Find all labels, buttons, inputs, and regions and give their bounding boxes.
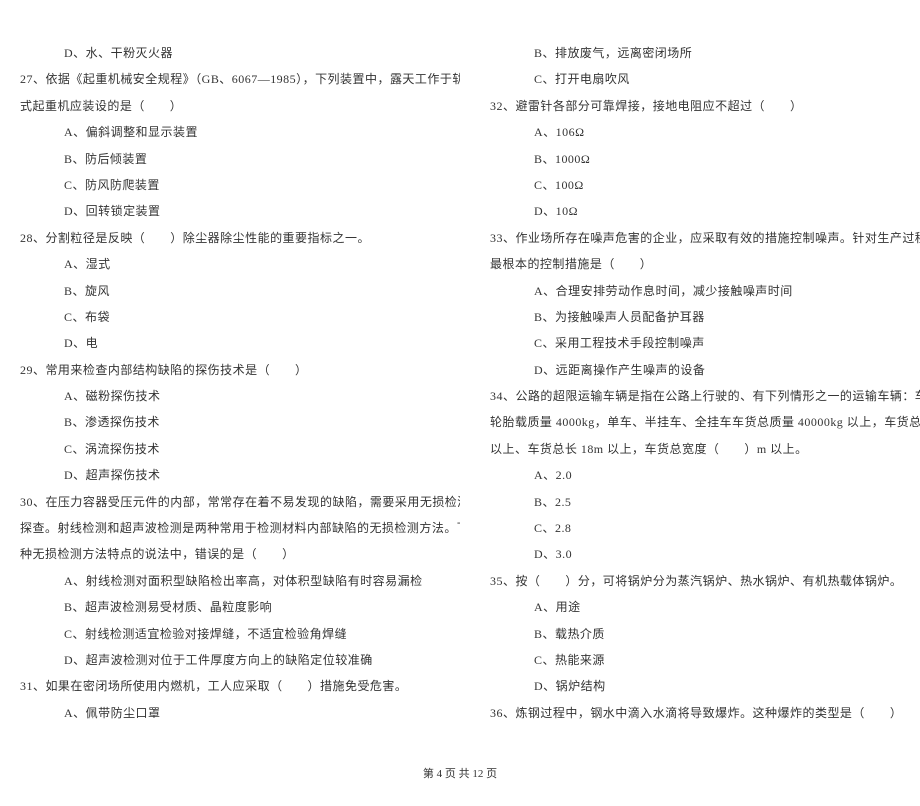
option-text: B、排放废气，远离密闭场所	[490, 40, 920, 66]
option-text: D、超声探伤技术	[20, 462, 460, 488]
option-text: B、为接触噪声人员配备护耳器	[490, 304, 920, 330]
option-text: C、涡流探伤技术	[20, 436, 460, 462]
option-text: D、水、干粉灭火器	[20, 40, 460, 66]
option-text: A、106Ω	[490, 119, 920, 145]
option-text: B、旋风	[20, 278, 460, 304]
option-text: B、超声波检测易受材质、晶粒度影响	[20, 594, 460, 620]
option-text: D、远距离操作产生噪声的设备	[490, 357, 920, 383]
option-text: C、热能来源	[490, 647, 920, 673]
option-text: D、锅炉结构	[490, 673, 920, 699]
option-text: D、超声波检测对位于工件厚度方向上的缺陷定位较准确	[20, 647, 460, 673]
question-27: 27、依据《起重机械安全规程》（GB、6067—1985），下列装置中，露天工作…	[20, 66, 460, 92]
option-text: C、采用工程技术手段控制噪声	[490, 330, 920, 356]
question-34-cont: 以上、车货总长 18m 以上，车货总宽度（ ）m 以上。	[490, 436, 920, 462]
option-text: C、打开电扇吹风	[490, 66, 920, 92]
option-text: A、合理安排劳动作息时间，减少接触噪声时间	[490, 278, 920, 304]
question-36: 36、炼钢过程中，钢水中滴入水滴将导致爆炸。这种爆炸的类型是（ ）	[490, 700, 920, 726]
option-text: C、100Ω	[490, 172, 920, 198]
question-33-cont: 最根本的控制措施是（ ）	[490, 251, 920, 277]
option-text: B、渗透探伤技术	[20, 409, 460, 435]
option-text: A、用途	[490, 594, 920, 620]
question-27-cont: 式起重机应装设的是（ ）	[20, 93, 460, 119]
option-text: B、防后倾装置	[20, 146, 460, 172]
option-text: A、湿式	[20, 251, 460, 277]
option-text: C、防风防爬装置	[20, 172, 460, 198]
question-28: 28、分割粒径是反映（ ）除尘器除尘性能的重要指标之一。	[20, 225, 460, 251]
option-text: D、电	[20, 330, 460, 356]
question-30-cont: 探查。射线检测和超声波检测是两种常用于检测材料内部缺陷的无损检测方法。下列关于这…	[20, 515, 460, 541]
question-35: 35、按（ ）分，可将锅炉分为蒸汽锅炉、热水锅炉、有机热载体锅炉。	[490, 568, 920, 594]
option-text: A、2.0	[490, 462, 920, 488]
question-33: 33、作业场所存在噪声危害的企业，应采取有效的措施控制噪声。针对生产过程产生的噪…	[490, 225, 920, 251]
question-34-cont: 轮胎载质量 4000kg，单车、半挂车、全挂车车货总质量 40000kg 以上，…	[490, 409, 920, 435]
option-text: A、偏斜调整和显示装置	[20, 119, 460, 145]
option-text: A、佩带防尘口罩	[20, 700, 460, 726]
question-31: 31、如果在密闭场所使用内燃机，工人应采取（ ）措施免受危害。	[20, 673, 460, 699]
option-text: C、布袋	[20, 304, 460, 330]
option-text: C、射线检测适宜检验对接焊缝，不适宜检验角焊缝	[20, 621, 460, 647]
question-29: 29、常用来检查内部结构缺陷的探伤技术是（ ）	[20, 357, 460, 383]
option-text: B、载热介质	[490, 621, 920, 647]
option-text: A、射线检测对面积型缺陷检出率高，对体积型缺陷有时容易漏检	[20, 568, 460, 594]
left-column: D、水、干粉灭火器 27、依据《起重机械安全规程》（GB、6067—1985），…	[20, 40, 460, 726]
question-30: 30、在压力容器受压元件的内部，常常存在着不易发现的缺陷，需要采用无损检测的方法…	[20, 489, 460, 515]
option-text: D、10Ω	[490, 198, 920, 224]
question-34: 34、公路的超限运输车辆是指在公路上行驶的、有下列情形之一的运输车辆：车辆单轴每…	[490, 383, 920, 409]
option-text: D、3.0	[490, 541, 920, 567]
question-30-cont: 种无损检测方法特点的说法中，错误的是（ ）	[20, 541, 460, 567]
option-text: C、2.8	[490, 515, 920, 541]
option-text: B、2.5	[490, 489, 920, 515]
right-column: B、排放废气，远离密闭场所 C、打开电扇吹风 32、避雷针各部分可靠焊接，接地电…	[490, 40, 920, 726]
two-column-layout: D、水、干粉灭火器 27、依据《起重机械安全规程》（GB、6067—1985），…	[20, 40, 900, 726]
page-footer: 第 4 页 共 12 页	[20, 756, 900, 786]
question-32: 32、避雷针各部分可靠焊接，接地电阻应不超过（ ）	[490, 93, 920, 119]
option-text: D、回转锁定装置	[20, 198, 460, 224]
option-text: B、1000Ω	[490, 146, 920, 172]
option-text: A、磁粉探伤技术	[20, 383, 460, 409]
